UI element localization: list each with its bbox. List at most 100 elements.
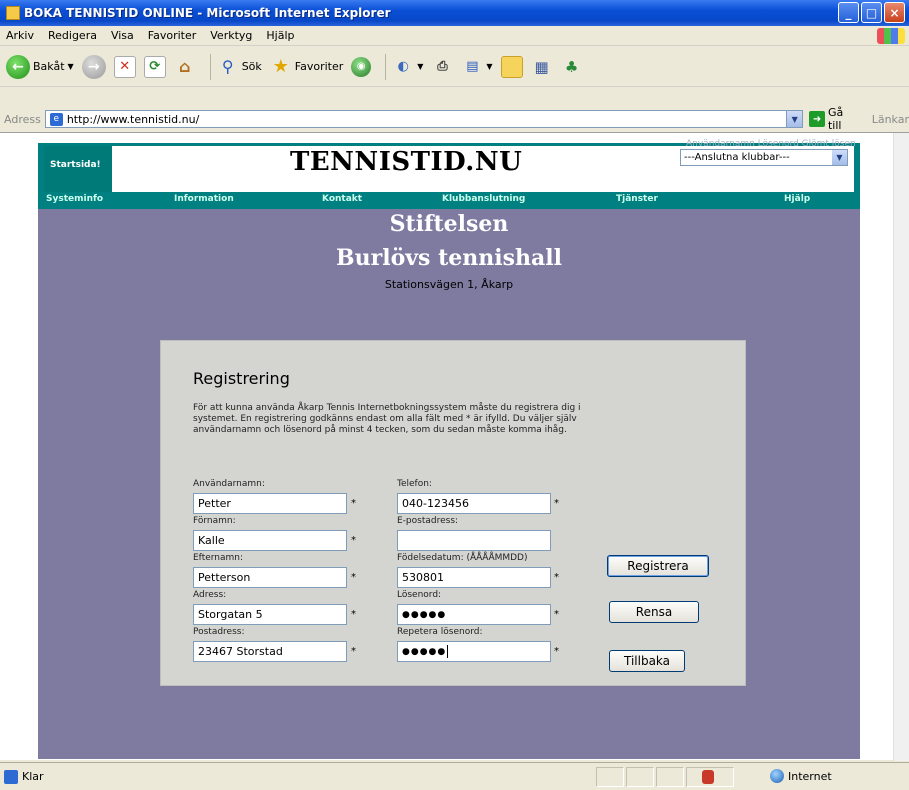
window-title-bar[interactable]: BOKA TENNISTID ONLINE - Microsoft Intern…	[0, 0, 909, 26]
required-mark: *	[554, 572, 559, 583]
privacy-cell[interactable]	[686, 767, 734, 787]
registration-title: Registrering	[193, 369, 290, 388]
forward-button[interactable]: →	[81, 54, 106, 79]
club-select[interactable]: ---Anslutna klubbar--- ▼	[680, 149, 848, 166]
menu-edit[interactable]: Redigera	[48, 29, 97, 42]
login-links[interactable]: Användarnamn Lösenord Glömt lösenord	[686, 139, 856, 149]
search-button[interactable]: ⚲ Sök	[217, 56, 262, 78]
required-mark: *	[351, 498, 356, 509]
address-bar: Adress e http://www.tennistid.nu/ ▼ ➜ Gå…	[0, 106, 909, 132]
password-label: Lösenord:	[397, 590, 442, 600]
window-controls: _ □ ×	[838, 2, 905, 23]
back-arrow-icon: ←	[6, 54, 30, 79]
zone-label: Internet	[788, 769, 832, 783]
research-button[interactable]: ▦	[531, 56, 553, 78]
password-input[interactable]: ●●●●●	[397, 604, 551, 625]
club-select-value: ---Anslutna klubbar---	[684, 152, 790, 163]
home-button[interactable]: ⌂	[174, 56, 196, 78]
birthdate-label: Födelsedatum: (ÅÅÅÅMMDD)	[397, 553, 528, 563]
site-nav: Systeminfo Information Kontakt Klubbansl…	[44, 193, 854, 205]
menu-view[interactable]: Visa	[111, 29, 134, 42]
privacy-icon	[702, 770, 714, 784]
chevron-down-icon[interactable]: ▼	[786, 111, 803, 127]
clear-button[interactable]: Rensa	[609, 601, 699, 623]
favorites-button[interactable]: ★ Favoriter	[270, 56, 344, 78]
required-mark: *	[554, 609, 559, 620]
menu-tools[interactable]: Verktyg	[210, 29, 252, 42]
register-button[interactable]: Registrera	[607, 555, 709, 577]
required-mark: *	[351, 535, 356, 546]
venue-title-line2: Burlövs tennishall	[336, 245, 562, 271]
required-mark: *	[554, 646, 559, 657]
menu-favorites[interactable]: Favoriter	[148, 29, 196, 42]
start-page-link[interactable]: Startsida!	[44, 146, 112, 192]
menu-bar: Arkiv Redigera Visa Favoriter Verktyg Hj…	[0, 26, 909, 46]
media-button[interactable]: ◉	[351, 56, 372, 77]
vertical-scrollbar[interactable]	[893, 133, 909, 761]
username-input[interactable]: Petter	[193, 493, 347, 514]
nav-services[interactable]: Tjänster	[616, 193, 658, 205]
page-status-icon	[4, 769, 18, 784]
go-label: Gå till	[827, 106, 844, 132]
stop-icon: ✕	[113, 55, 136, 78]
birthdate-input[interactable]: 530801	[397, 567, 551, 588]
edit-button[interactable]: ▤ ▼	[461, 56, 492, 78]
go-button[interactable]: ➜ Gå till	[809, 106, 859, 132]
home-icon: ⌂	[178, 57, 191, 76]
back-label: Bakåt	[33, 60, 65, 73]
window-title: BOKA TENNISTID ONLINE - Microsoft Intern…	[24, 6, 391, 20]
chevron-down-icon[interactable]: ▼	[68, 62, 74, 71]
required-mark: *	[351, 646, 356, 657]
back-page-button[interactable]: Tillbaka	[609, 650, 685, 672]
registration-panel: Registrering För att kunna använda Åkarp…	[160, 340, 746, 686]
chevron-down-icon[interactable]: ▼	[417, 62, 423, 71]
password-repeat-label: Repetera lösenord:	[397, 627, 483, 637]
required-mark: *	[351, 609, 356, 620]
nav-club-membership[interactable]: Klubbanslutning	[442, 193, 525, 205]
go-arrow-icon: ➜	[809, 111, 825, 127]
page-icon: e	[49, 112, 63, 126]
toolbar: ← Bakåt ▼ → ✕ ⟳ ⌂ ⚲ Sök ★ Favoriter ◉ ◐ …	[0, 47, 909, 87]
email-input[interactable]	[397, 530, 551, 551]
status-cells	[596, 767, 736, 787]
chevron-down-icon[interactable]: ▼	[832, 150, 847, 165]
refresh-button[interactable]: ⟳	[143, 55, 166, 78]
edit-icon: ▤	[466, 59, 479, 74]
stop-button[interactable]: ✕	[113, 55, 136, 78]
nav-systeminfo[interactable]: Systeminfo	[46, 193, 103, 205]
site-logo: TENNISTID.NU	[290, 147, 523, 177]
maximize-button[interactable]: □	[861, 2, 882, 23]
menu-help[interactable]: Hjälp	[266, 29, 294, 42]
history-button[interactable]: ◐ ▼	[392, 56, 424, 78]
nav-help[interactable]: Hjälp	[784, 193, 810, 205]
minimize-button[interactable]: _	[838, 2, 859, 23]
messenger-button[interactable]: ♣	[561, 56, 583, 78]
ie-app-icon	[6, 6, 20, 20]
address-url: http://www.tennistid.nu/	[66, 112, 200, 126]
folder-button[interactable]	[500, 55, 523, 78]
favorites-label: Favoriter	[294, 60, 344, 73]
toolbar-separator	[209, 53, 211, 80]
phone-input[interactable]: 040-123456	[397, 493, 551, 514]
links-toolbar[interactable]: Länkar	[872, 113, 909, 126]
chevron-down-icon[interactable]: ▼	[486, 62, 492, 71]
close-button[interactable]: ×	[884, 2, 905, 23]
registration-description: För att kunna använda Åkarp Tennis Inter…	[193, 403, 581, 435]
back-button[interactable]: ← Bakåt ▼	[6, 54, 74, 79]
menu-file[interactable]: Arkiv	[6, 29, 34, 42]
password-repeat-input[interactable]: ●●●●●	[397, 641, 551, 662]
firstname-input[interactable]: Kalle	[193, 530, 347, 551]
text-cursor	[447, 645, 449, 658]
star-icon: ★	[272, 56, 289, 77]
nav-information[interactable]: Information	[174, 193, 234, 205]
nav-contact[interactable]: Kontakt	[322, 193, 362, 205]
print-button[interactable]: ⎙	[431, 56, 453, 78]
lastname-input[interactable]: Petterson	[193, 567, 347, 588]
street-input[interactable]: Storgatan 5	[193, 604, 347, 625]
address-input[interactable]: e http://www.tennistid.nu/ ▼	[44, 110, 804, 128]
postal-input[interactable]: 23467 Storstad	[193, 641, 347, 662]
search-icon: ⚲	[221, 57, 234, 76]
street-label: Adress:	[193, 590, 227, 600]
required-mark: *	[351, 572, 356, 583]
research-icon: ▦	[534, 57, 549, 76]
